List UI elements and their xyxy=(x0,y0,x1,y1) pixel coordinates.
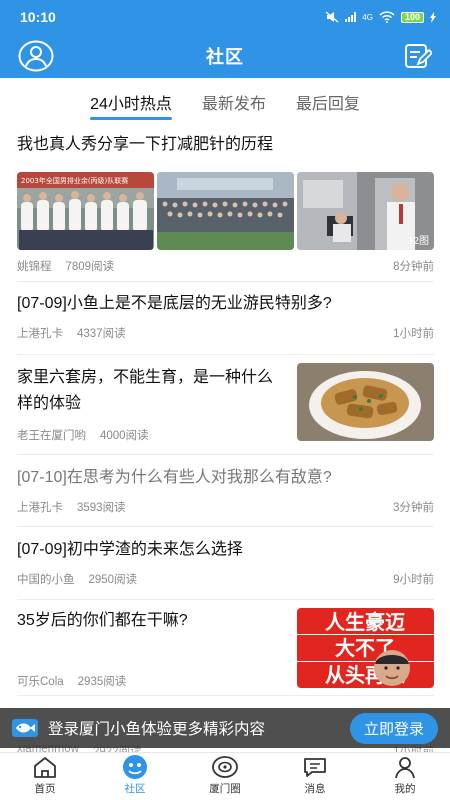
post-image-strip: 2003年全国男排业余(丙级)队联赛 12图 xyxy=(17,172,434,250)
post-title: 家里六套房，不能生育，是一种什么样的体验 xyxy=(17,369,274,412)
signal-icon xyxy=(345,12,357,22)
post-item[interactable]: [07-09]小鱼上是不是底层的无业游民特别多? 上港孔卡 4337阅读 1小时… xyxy=(17,283,434,355)
post-title: [07-09]初中学渣的未来怎么选择 xyxy=(17,541,243,558)
login-banner-text: 登录厦门小鱼体验更多精彩内容 xyxy=(48,721,266,738)
post-read-count: 2935阅读 xyxy=(77,676,127,688)
nav-item-community[interactable]: 社区 xyxy=(90,753,180,800)
page-title: 社区 xyxy=(206,47,244,67)
post-meta: 上港孔卡 3593阅读 3分钟前 xyxy=(17,499,434,515)
post-title: [07-10]在思考为什么有些人对我那么有敌意? xyxy=(17,469,332,486)
nav-label: 社区 xyxy=(124,783,146,795)
poster-line-1: 人生豪迈 xyxy=(325,610,405,634)
post-title: 我也真人秀分享一下打减肥针的历程 xyxy=(17,136,274,153)
wifi-icon xyxy=(379,11,395,23)
mute-icon xyxy=(325,11,339,23)
post-time: 3分钟前 xyxy=(393,502,434,514)
post-item[interactable]: 35岁后的你们都在干嘛? 人生豪迈 大不了 从头再来 可乐Cola 2935阅读 xyxy=(17,600,434,696)
nav-item-profile[interactable]: 我的 xyxy=(360,753,450,800)
nav-item-home[interactable]: 首页 xyxy=(0,753,90,800)
network-type: 4G xyxy=(362,12,373,22)
compose-post-button[interactable] xyxy=(402,40,434,72)
tab-last-reply[interactable]: 最后回复 xyxy=(281,78,375,124)
nav-item-xiamen-circle[interactable]: 厦门圈 xyxy=(180,753,270,800)
post-read-count: 4337阅读 xyxy=(77,328,126,340)
post-meta: 可乐Cola 2935阅读 xyxy=(17,673,287,689)
poster-image: 人生豪迈 大不了 从头再来 xyxy=(297,608,434,688)
battery-indicator: 100 xyxy=(400,11,424,23)
user-avatar-button[interactable] xyxy=(18,39,54,73)
food-bowl-image xyxy=(297,363,434,441)
post-time: 9小时前 xyxy=(393,574,434,586)
post-author[interactable]: 姚锦程 xyxy=(17,258,52,274)
nav-label: 厦门圈 xyxy=(209,783,241,795)
tab-24h-hot[interactable]: 24小时热点 xyxy=(75,78,187,124)
post-image[interactable] xyxy=(157,172,294,250)
post-time: 8分钟前 xyxy=(393,261,434,273)
status-icons: 4G 100 xyxy=(325,11,436,23)
post-image[interactable]: 12图 xyxy=(297,172,434,250)
profile-icon xyxy=(391,754,419,780)
post-meta: 姚锦程 7809阅读 8分钟前 xyxy=(17,258,434,274)
login-button[interactable]: 立即登录 xyxy=(349,712,438,744)
post-author[interactable]: 可乐Cola xyxy=(17,673,64,689)
post-author[interactable]: 上港孔卡 xyxy=(17,325,63,341)
post-author[interactable]: 中国的小鱼 xyxy=(17,571,75,587)
post-item[interactable]: 我也真人秀分享一下打减肥针的历程 2003年全国男排业余(丙级)队联赛 12图 … xyxy=(17,130,434,282)
nav-label: 消息 xyxy=(304,783,326,795)
compose-icon xyxy=(405,44,432,68)
image-count-badge: 12图 xyxy=(407,236,429,247)
feed-tabs: 24小时热点 最新发布 最后回复 xyxy=(0,78,450,124)
status-bar: 10:10 4G 100 xyxy=(0,0,450,34)
nav-label: 我的 xyxy=(394,783,416,795)
fish-logo-icon xyxy=(12,719,38,737)
charging-icon xyxy=(430,11,436,23)
circle-feed-icon xyxy=(211,754,239,780)
team-photo-image: 2003年全国男排业余(丙级)队联赛 xyxy=(17,172,154,250)
message-icon xyxy=(301,754,329,780)
home-icon xyxy=(31,754,59,780)
post-item[interactable]: [07-09]初中学渣的未来怎么选择 中国的小鱼 2950阅读 9小时前 xyxy=(17,527,434,600)
post-item[interactable]: [07-10]在思考为什么有些人对我那么有敌意? 上港孔卡 3593阅读 3分钟… xyxy=(17,455,434,527)
post-author[interactable]: 上港孔卡 xyxy=(17,499,63,515)
post-meta: 老王在厦门哟 4000阅读 xyxy=(17,427,287,443)
login-banner: 登录厦门小鱼体验更多精彩内容 立即登录 xyxy=(0,708,450,748)
post-title: 35岁后的你们都在干嘛? xyxy=(17,612,188,629)
post-read-count: 3593阅读 xyxy=(77,502,126,514)
post-image[interactable]: 2003年全国男排业余(丙级)队联赛 xyxy=(17,172,154,250)
user-avatar-icon xyxy=(18,40,54,72)
post-meta: 中国的小鱼 2950阅读 9小时前 xyxy=(17,571,434,587)
photo-caption: 2003年全国男排业余(丙级)队联赛 xyxy=(21,176,128,185)
post-read-count: 7809阅读 xyxy=(65,261,115,273)
post-title: [07-09]小鱼上是不是底层的无业游民特别多? xyxy=(17,295,332,312)
post-read-count: 2950阅读 xyxy=(88,574,138,586)
app-header: 社区 xyxy=(0,34,450,78)
post-image[interactable]: 人生豪迈 大不了 从头再来 xyxy=(297,608,434,688)
post-image[interactable] xyxy=(297,363,434,441)
post-read-count: 4000阅读 xyxy=(100,430,149,442)
bottom-nav: 首页 社区 厦门圈 消息 我的 xyxy=(0,752,450,800)
tab-latest[interactable]: 最新发布 xyxy=(187,78,281,124)
nav-label: 首页 xyxy=(34,783,56,795)
group-photo-image xyxy=(157,172,294,250)
post-item[interactable]: 家里六套房，不能生育，是一种什么样的体验 老王在厦门哟 4000阅读 xyxy=(17,355,434,455)
post-author[interactable]: 老王在厦门哟 xyxy=(17,427,86,443)
post-time: 1小时前 xyxy=(393,328,434,340)
community-icon xyxy=(121,754,149,780)
status-time: 10:10 xyxy=(20,9,56,25)
post-meta: 上港孔卡 4337阅读 1小时前 xyxy=(17,325,434,341)
nav-item-messages[interactable]: 消息 xyxy=(270,753,360,800)
